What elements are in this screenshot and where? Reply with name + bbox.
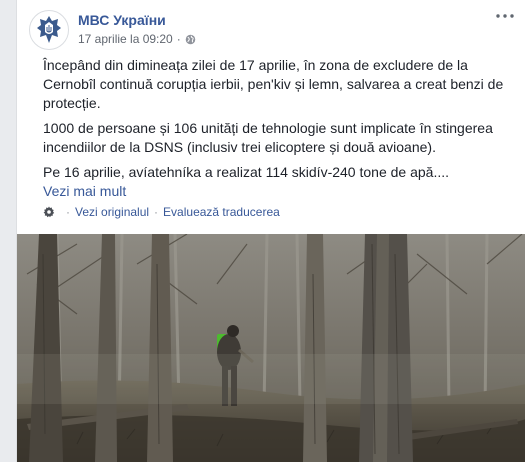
translation-dot: · <box>66 205 70 219</box>
globe-icon[interactable] <box>185 34 196 45</box>
post-photo[interactable] <box>17 234 525 462</box>
post-paragraph: Pe 16 aprilie, avíatehníka a realizat 11… <box>43 164 449 180</box>
page-name-link[interactable]: МВС України <box>78 12 166 28</box>
see-more-link[interactable]: Vezi mai mult <box>43 182 513 201</box>
rate-translation-link[interactable]: Evaluează traducerea <box>163 205 280 219</box>
post-timestamp[interactable]: 17 aprilie la 09:20 <box>78 32 173 46</box>
gear-icon[interactable] <box>43 206 55 218</box>
meta-separator: · <box>176 32 181 46</box>
translation-dot: · <box>154 205 159 219</box>
page-avatar[interactable] <box>29 10 69 50</box>
post-meta: 17 aprilie la 09:20 · <box>78 32 196 46</box>
translation-bar: · Vezi originalul · Evaluează traducerea <box>43 205 280 219</box>
post-paragraph: Începând din dimineața zilei de 17 april… <box>43 57 504 111</box>
post-options-button[interactable] <box>493 8 517 24</box>
post-text: Începând din dimineața zilei de 17 april… <box>43 56 513 201</box>
more-dots-icon <box>496 14 514 18</box>
post-paragraph: 1000 de persoane și 106 unități de tehno… <box>43 120 493 155</box>
police-emblem-icon <box>37 16 61 43</box>
facebook-post-card: МВС України 17 aprilie la 09:20 · Începâ… <box>16 0 525 462</box>
see-original-link[interactable]: Vezi originalul <box>75 205 149 219</box>
